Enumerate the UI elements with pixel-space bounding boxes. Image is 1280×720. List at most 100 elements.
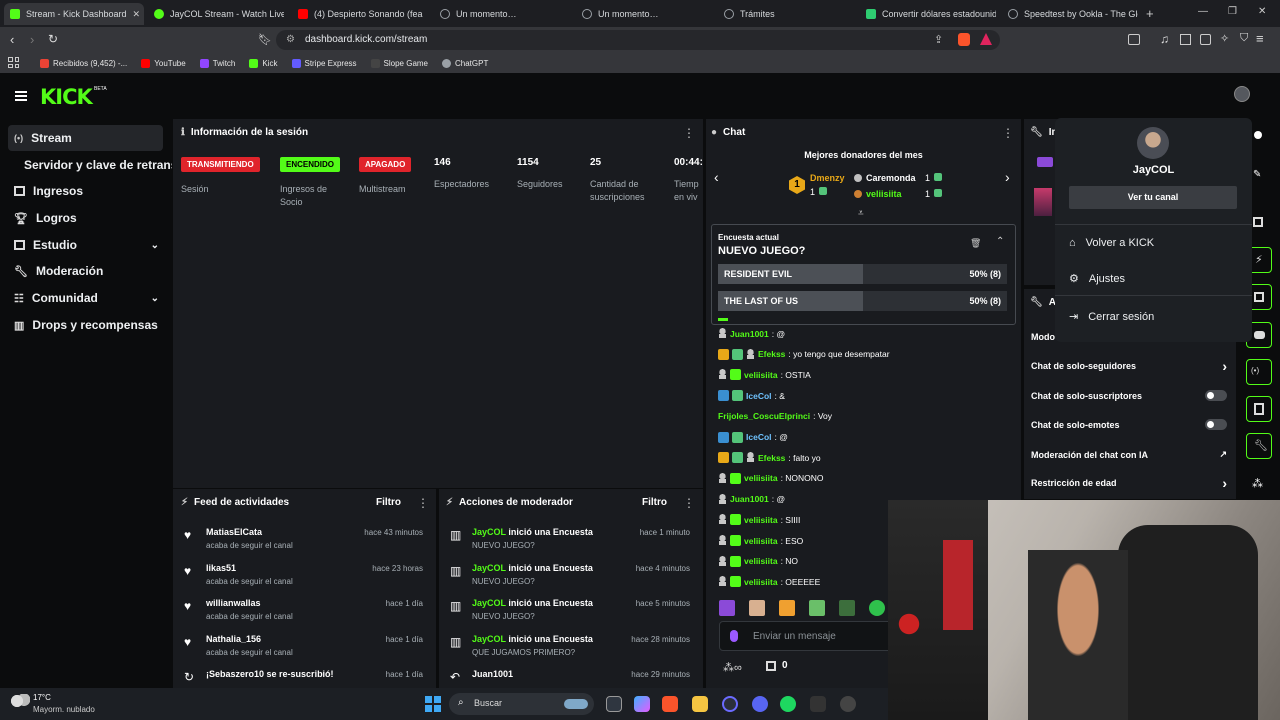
- close-tab-icon[interactable]: ✕: [133, 9, 141, 20]
- rail-button-mod[interactable]: [1246, 396, 1272, 422]
- sparkle-icon[interactable]: ✧: [1220, 32, 1229, 45]
- apps-grid-icon[interactable]: [8, 57, 19, 68]
- chat-username[interactable]: veliisiita: [744, 556, 778, 566]
- sidebar-item-server-key[interactable]: Servidor y clave de retransm: [8, 152, 172, 178]
- chat-message[interactable]: IceCol: &: [718, 390, 785, 402]
- chevron-left-icon[interactable]: ‹: [714, 169, 719, 185]
- share-icon[interactable]: ⇪: [934, 33, 943, 46]
- chat-message[interactable]: veliisiita: OSTIA: [718, 369, 811, 381]
- mod-filter-button[interactable]: Filtro: [642, 497, 667, 508]
- emote-icon[interactable]: [869, 600, 885, 616]
- poll-option[interactable]: RESIDENT EVIL 50% (8): [718, 264, 1007, 284]
- chat-username[interactable]: Efekss: [758, 453, 785, 463]
- browser-tab[interactable]: Stream - Kick Dashboard ✕: [4, 3, 144, 25]
- mod-action-user[interactable]: JayCOL: [472, 527, 506, 537]
- activity-item[interactable]: ♥ willianwallas acaba de seguir el canal ha…: [173, 598, 436, 634]
- chat-username[interactable]: veliisiita: [744, 577, 778, 587]
- chat-setting-row[interactable]: Chat de solo-emotes: [1031, 419, 1227, 430]
- view-channel-button[interactable]: Ver tu canal: [1069, 186, 1237, 209]
- music-icon[interactable]: ♫: [1160, 32, 1169, 46]
- browser-tab[interactable]: Un momento…: [576, 3, 712, 25]
- chat-message[interactable]: Juan1001: @: [718, 493, 785, 505]
- toggle-switch[interactable]: [1205, 390, 1227, 401]
- bookmark-gmail[interactable]: Recibidos (9,452) -...: [40, 58, 127, 68]
- menu-item-logout[interactable]: ⇥ Cerrar sesión: [1069, 310, 1154, 324]
- channel-points[interactable]: 0: [766, 660, 788, 671]
- info-icon[interactable]: [1254, 131, 1262, 139]
- bookmark-icon[interactable]: 🔖︎: [258, 33, 272, 46]
- taskbar-search[interactable]: ⌕ Buscar: [449, 693, 594, 715]
- brave-icon[interactable]: [662, 696, 678, 712]
- activity-item[interactable]: ↻ ¡Sebaszero10 se re-suscribió! hace 1 día: [173, 669, 436, 687]
- chevron-right-icon[interactable]: ›: [1222, 476, 1227, 490]
- mic-icon[interactable]: [730, 630, 738, 642]
- activity-username[interactable]: willianwallas: [206, 598, 261, 608]
- emote-icon[interactable]: [839, 600, 855, 616]
- sidebar-icon[interactable]: [1180, 34, 1191, 45]
- brave-rewards-icon[interactable]: [980, 33, 992, 45]
- minimize-icon[interactable]: —: [1198, 6, 1208, 17]
- external-link-icon[interactable]: ↗: [1219, 449, 1227, 460]
- menu-icon[interactable]: ≡: [1256, 31, 1264, 46]
- close-window-icon[interactable]: ✕: [1258, 6, 1266, 17]
- menu-item-back-to-kick[interactable]: ⌂ Volver a KICK: [1069, 237, 1154, 249]
- chat-message[interactable]: Juan1001: @: [718, 328, 785, 339]
- mod-action-item[interactable]: ▥ JayCOL inició una Encuesta NUEVO JUEGO? h…: [439, 598, 703, 634]
- chat-username[interactable]: veliisiita: [744, 515, 778, 525]
- chat-username[interactable]: Frijoles_CoscuElprinci: [718, 411, 810, 421]
- sidebar-item-drops[interactable]: ▥ Drops y recompensas: [8, 312, 163, 338]
- task-view-icon[interactable]: [606, 696, 622, 712]
- chevron-right-icon[interactable]: ›: [1005, 169, 1010, 185]
- chat-message[interactable]: veliisiita: NO: [718, 555, 798, 567]
- obs-icon[interactable]: [722, 696, 738, 712]
- activity-filter-button[interactable]: Filtro: [376, 497, 401, 508]
- rail-button-broadcast[interactable]: (•): [1246, 359, 1272, 385]
- reload-icon[interactable]: ↻: [48, 32, 58, 46]
- back-icon[interactable]: ‹: [10, 32, 14, 47]
- file-explorer-icon[interactable]: [692, 696, 708, 712]
- stream-thumbnail[interactable]: [1034, 188, 1052, 216]
- mod-action-user[interactable]: Juan1001: [472, 669, 513, 679]
- chevron-up-icon[interactable]: ⌃: [996, 236, 1004, 247]
- chat-username[interactable]: IceCol: [746, 391, 772, 401]
- user-avatar[interactable]: [1234, 86, 1250, 102]
- more-options-icon[interactable]: ⋮: [1002, 126, 1014, 140]
- sidebar-item-income[interactable]: Ingresos: [8, 178, 163, 204]
- weather-temp[interactable]: 17°C: [33, 693, 51, 702]
- chat-setting-row[interactable]: Chat de solo-seguidores ›: [1031, 359, 1227, 373]
- sidebar-item-moderation[interactable]: 🔧︎ Moderación: [8, 258, 163, 284]
- weather-desc[interactable]: Mayorm. nublado: [33, 705, 95, 714]
- bookmark-youtube[interactable]: YouTube: [141, 58, 186, 68]
- collapse-icon[interactable]: ⩡: [858, 208, 864, 219]
- focus-icon[interactable]: [1253, 217, 1263, 227]
- bookmark-chatgpt[interactable]: ChatGPT: [442, 58, 488, 68]
- browser-tab[interactable]: Speedtest by Ookla - The Glob: [1002, 3, 1138, 25]
- mod-action-item[interactable]: ↶ Juan1001 hace 29 minutos: [439, 669, 703, 687]
- donor-name[interactable]: Dmenzy: [810, 173, 845, 183]
- chat-setting-row[interactable]: Moderación del chat con IA ↗: [1031, 449, 1227, 460]
- emote-icon[interactable]: [719, 600, 735, 616]
- sidebar-item-stream[interactable]: (•) Stream: [8, 125, 163, 151]
- copilot-icon[interactable]: [634, 696, 650, 712]
- users-icon[interactable]: ⁂∞: [723, 661, 742, 674]
- weather-cloud-icon[interactable]: [10, 694, 30, 708]
- mod-action-item[interactable]: ▥ JayCOL inició una Encuesta NUEVO JUEGO? h…: [439, 527, 703, 563]
- wallet-icon[interactable]: [1200, 34, 1211, 45]
- edit-icon[interactable]: ✎: [1253, 169, 1261, 180]
- hamburger-icon[interactable]: [15, 91, 27, 101]
- chat-input[interactable]: Enviar un mensaje: [719, 621, 899, 651]
- chat-message[interactable]: veliisiita: NONONO: [718, 472, 824, 484]
- forward-icon[interactable]: ›: [30, 32, 34, 47]
- more-options-icon[interactable]: ⋮: [683, 496, 695, 510]
- more-options-icon[interactable]: ⋮: [417, 496, 429, 510]
- sidebar-item-community[interactable]: ☷ Comunidad ⌄: [8, 285, 163, 311]
- emote-icon[interactable]: [779, 600, 795, 616]
- sidebar-item-achievements[interactable]: 🏆︎ Logros: [8, 205, 163, 231]
- bookmark-twitch[interactable]: Twitch: [199, 58, 235, 68]
- url-text[interactable]: dashboard.kick.com/stream: [305, 34, 427, 45]
- brave-shield-icon[interactable]: [958, 33, 970, 46]
- chat-setting-row[interactable]: Chat de solo-suscriptores: [1031, 390, 1227, 401]
- chat-message[interactable]: Efekss: yo tengo que desempatar: [718, 348, 890, 360]
- mod-action-user[interactable]: JayCOL: [472, 563, 506, 573]
- chevron-right-icon[interactable]: ›: [1222, 359, 1227, 373]
